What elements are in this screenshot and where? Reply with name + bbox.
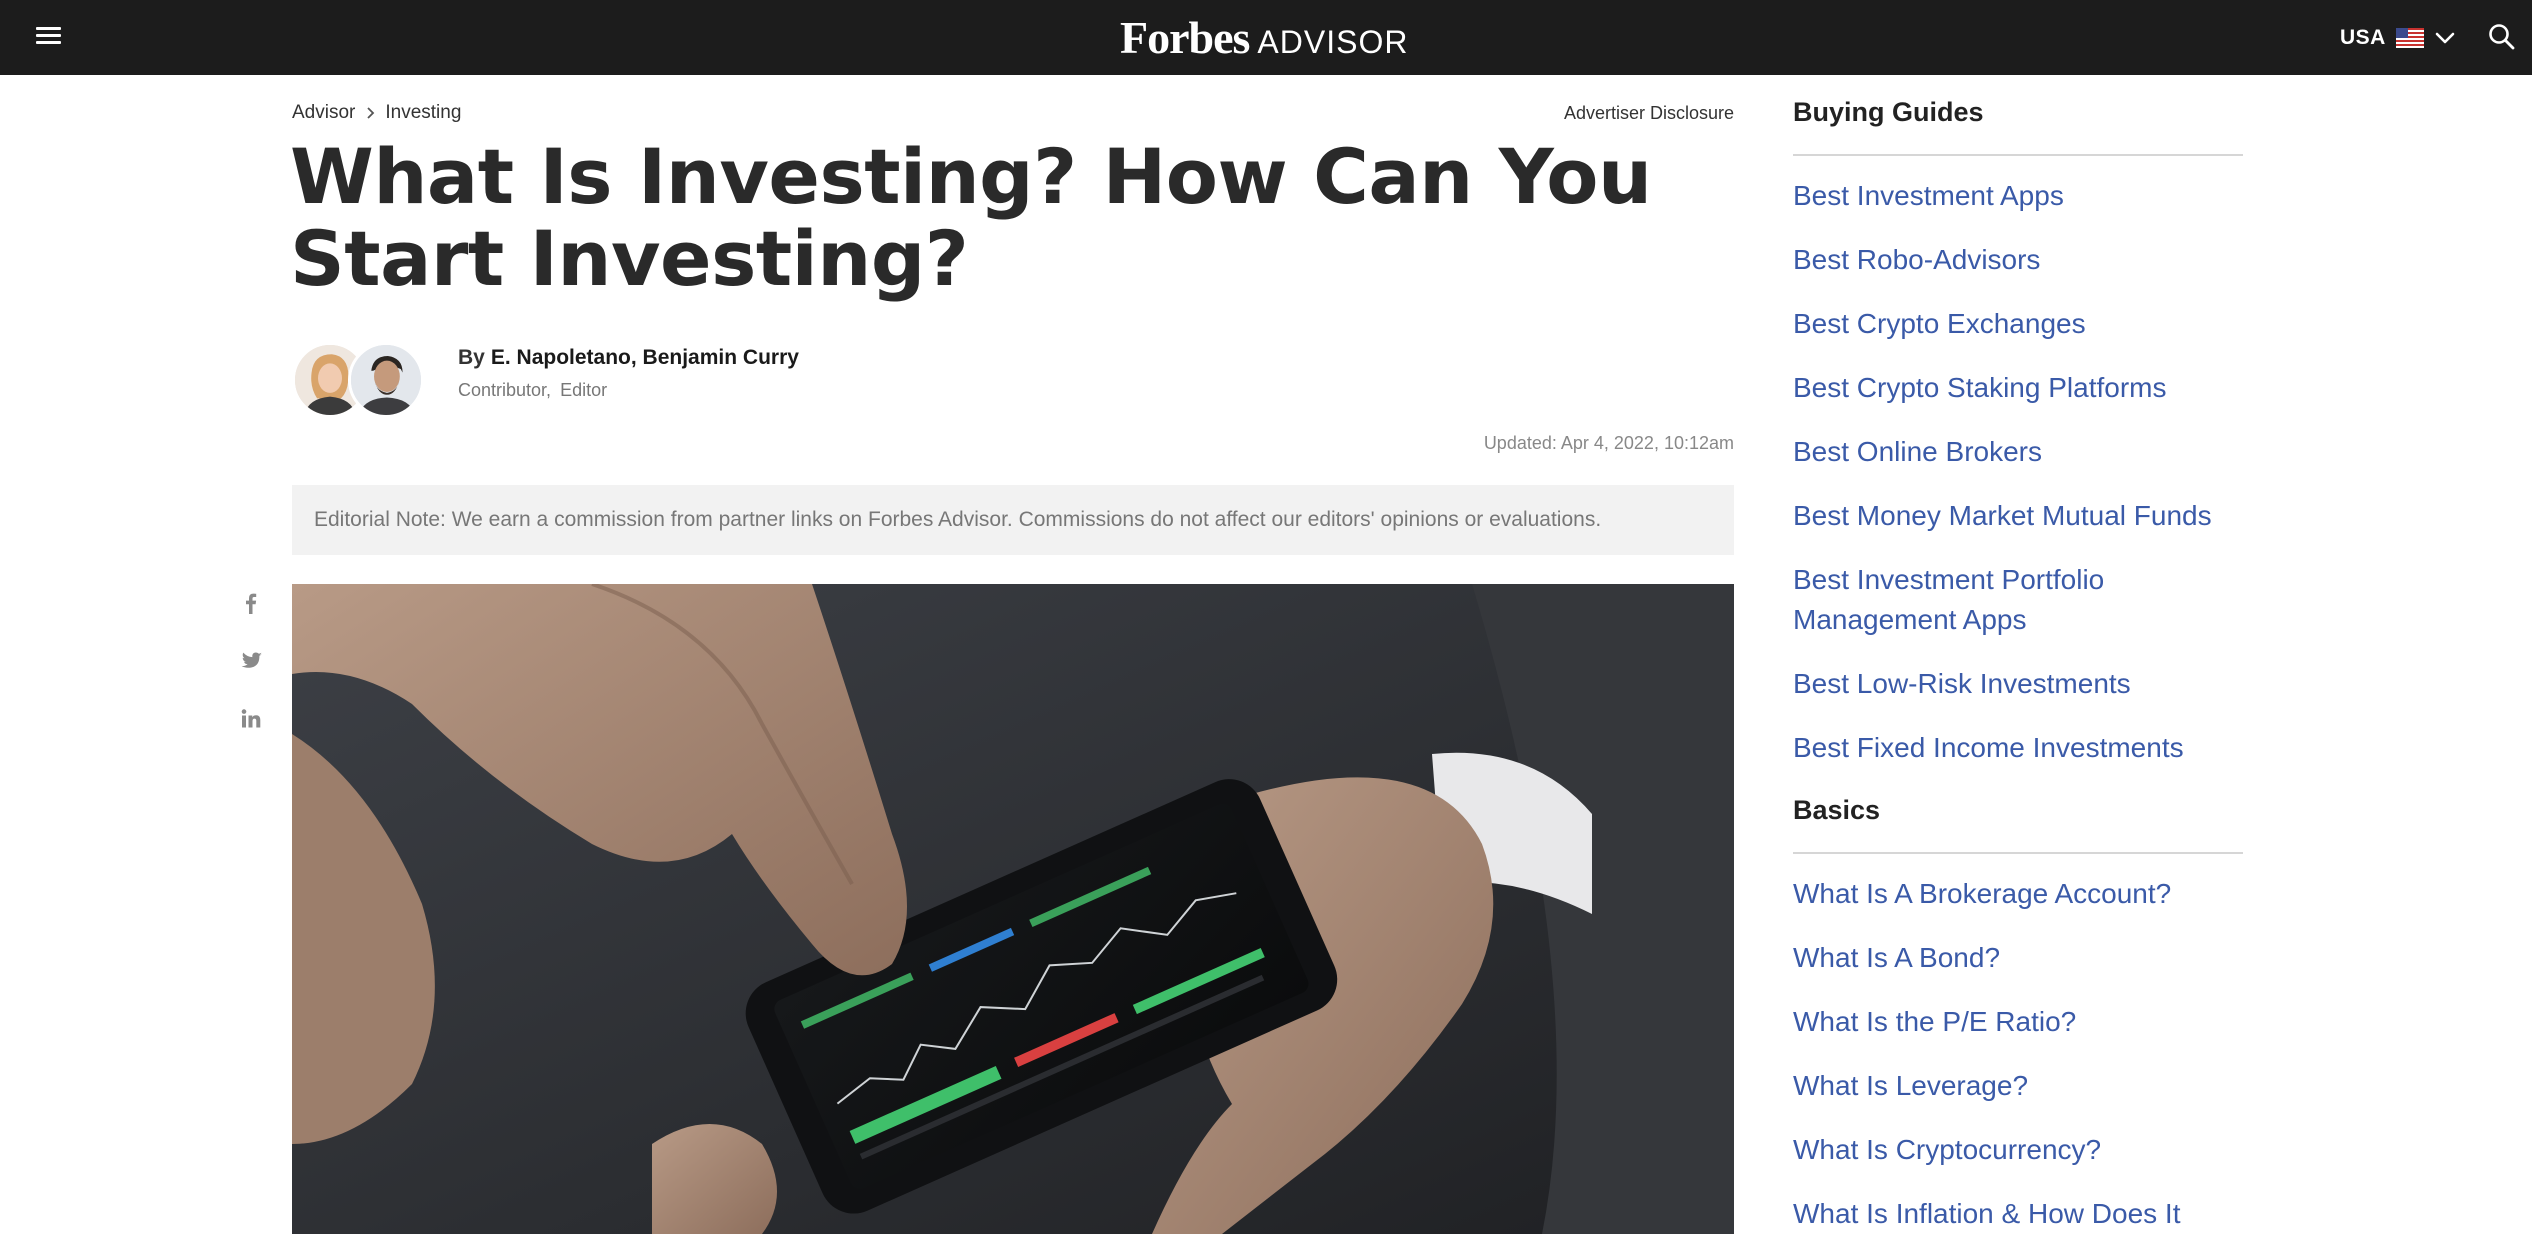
role-contributor: Contributor, [458,380,552,400]
sidebar-link-best-online-brokers[interactable]: Best Online Brokers [1793,432,2243,472]
breadcrumb-advisor[interactable]: Advisor [292,102,355,124]
by-label: By [458,346,485,369]
chevron-right-icon [367,107,375,119]
editorial-note: Editorial Note: We earn a commission fro… [292,485,1734,555]
author-roles: Contributor, Editor [458,380,611,401]
search-icon[interactable] [2487,22,2517,52]
sidebar-link-best-low-risk-investments[interactable]: Best Low-Risk Investments [1793,664,2243,704]
linkedin-icon[interactable] [238,706,264,732]
logo-advisor-text: ADVISOR [1257,24,1409,60]
region-label: USA [2340,26,2386,49]
divider [1793,154,2243,156]
page-title: What Is Investing? How Can You Start Inv… [290,132,1652,303]
basics-section: Basics What Is A Brokerage Account? What… [1793,788,2243,1234]
sidebar-link-best-crypto-exchanges[interactable]: Best Crypto Exchanges [1793,304,2243,344]
twitter-icon[interactable] [238,648,264,674]
basics-heading: Basics [1793,795,1881,825]
sidebar-link-best-investment-apps[interactable]: Best Investment Apps [1793,176,2243,216]
updated-timestamp: Updated: Apr 4, 2022, 10:12am [1483,433,1734,453]
breadcrumb: Advisor Investing [292,100,461,126]
region-selector[interactable]: USA [2340,22,2456,54]
divider [1793,852,2243,854]
forbes-advisor-logo[interactable]: Forbes ADVISOR [1120,10,1408,66]
byline: By E. Napoletano, Benjamin Curry [458,342,799,374]
top-navigation-bar: Forbes ADVISOR USA [0,0,2532,75]
advertiser-disclosure-link[interactable]: Advertiser Disclosure [1400,100,1734,126]
sidebar-link-cryptocurrency[interactable]: What Is Cryptocurrency? [1793,1130,2243,1170]
breadcrumb-investing[interactable]: Investing [385,102,461,124]
sidebar-link-bond[interactable]: What Is A Bond? [1793,938,2243,978]
logo-forbes-text: Forbes [1120,12,1250,63]
sidebar-link-best-investment-portfolio-management-apps[interactable]: Best Investment Portfolio Management App… [1793,560,2243,640]
sidebar-link-pe-ratio[interactable]: What Is the P/E Ratio? [1793,1002,2243,1042]
author-names[interactable]: E. Napoletano, Benjamin Curry [491,346,799,369]
buying-guides-heading: Buying Guides [1793,97,1984,127]
sidebar-link-leverage[interactable]: What Is Leverage? [1793,1066,2243,1106]
sidebar-link-best-money-market-mutual-funds[interactable]: Best Money Market Mutual Funds [1793,496,2243,536]
sidebar-link-inflation[interactable]: What Is Inflation & How Does It [1793,1194,2243,1234]
flag-icon [2395,28,2424,48]
sidebar-link-best-fixed-income-investments[interactable]: Best Fixed Income Investments [1793,728,2243,768]
buying-guides-list: Best Investment Apps Best Robo-Advisors … [1793,176,2243,768]
facebook-icon[interactable] [238,590,264,616]
author-block: By E. Napoletano, Benjamin Curry Contribu… [292,342,1092,422]
sidebar: Buying Guides Best Investment Apps Best … [1793,90,2243,1234]
sidebar-link-best-crypto-staking-platforms[interactable]: Best Crypto Staking Platforms [1793,368,2243,408]
avatar[interactable] [348,342,424,418]
basics-list: What Is A Brokerage Account? What Is A B… [1793,874,2243,1234]
sidebar-link-best-robo-advisors[interactable]: Best Robo-Advisors [1793,240,2243,280]
hands-holding-phone-illustration [292,584,1734,1234]
role-editor: Editor [560,380,608,400]
menu-icon[interactable] [34,24,64,48]
sidebar-link-brokerage-account[interactable]: What Is A Brokerage Account? [1793,874,2243,914]
chevron-down-icon [2435,32,2455,44]
hero-image [292,584,1734,1234]
share-bar [238,590,264,764]
